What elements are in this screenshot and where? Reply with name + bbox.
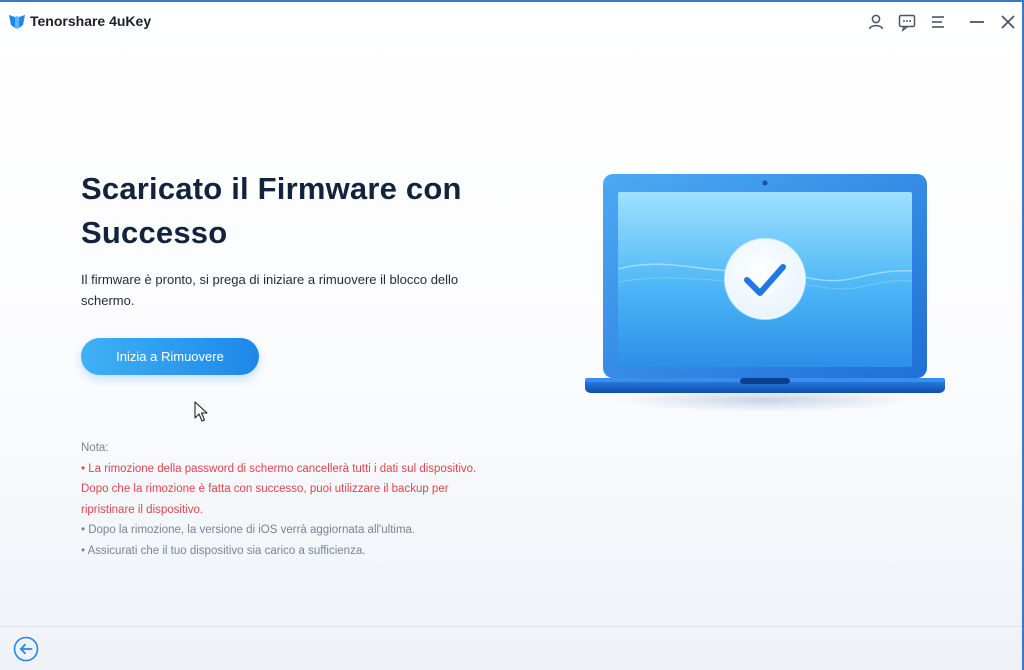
tenorshare-logo-icon (9, 15, 25, 29)
start-remove-button[interactable]: Inizia a Rimuovere (81, 338, 259, 375)
close-icon[interactable] (998, 12, 1018, 32)
footer-divider (0, 626, 1022, 627)
laptop-success-illustration (585, 174, 945, 412)
notes-warning-line-2: Dopo che la rimozione è fatta con succes… (81, 483, 449, 495)
menu-icon[interactable] (928, 12, 948, 32)
feedback-icon[interactable] (897, 12, 917, 32)
page-title-line-2: Successo (81, 215, 228, 250)
subtitle-line-2: schermo. (81, 293, 135, 308)
user-icon[interactable] (866, 12, 886, 32)
minimize-icon[interactable] (967, 12, 987, 32)
subtitle-line-1: Il firmware è pronto, si prega di inizia… (81, 272, 459, 287)
page-title-line-1: Scaricato il Firmware con (81, 171, 462, 206)
notes-item-battery: • Assicurati che il tuo dispositivo sia … (81, 544, 366, 557)
page-title: Scaricato il Firmware con Successo (81, 167, 511, 255)
notes-item-ios-update: • Dopo la rimozione, la versione di iOS … (81, 524, 416, 536)
mouse-cursor-icon (194, 401, 208, 422)
notes-warning-line-1: • La rimozione della password di schermo… (81, 462, 477, 475)
app-window: Tenorshare 4uKey Scaricato il Firmware c… (0, 0, 1024, 670)
app-title: Tenorshare 4uKey (30, 13, 152, 29)
notes-warning-line-3: ripristinare il dispositivo. (81, 503, 204, 516)
back-arrow-icon[interactable] (13, 636, 39, 662)
page-subtitle: Il firmware è pronto, si prega di inizia… (81, 269, 521, 311)
title-bar: Tenorshare 4uKey (0, 2, 1022, 40)
notes-label: Nota: (81, 442, 109, 454)
notes-section: Nota: • La rimozione della password di s… (81, 438, 541, 561)
